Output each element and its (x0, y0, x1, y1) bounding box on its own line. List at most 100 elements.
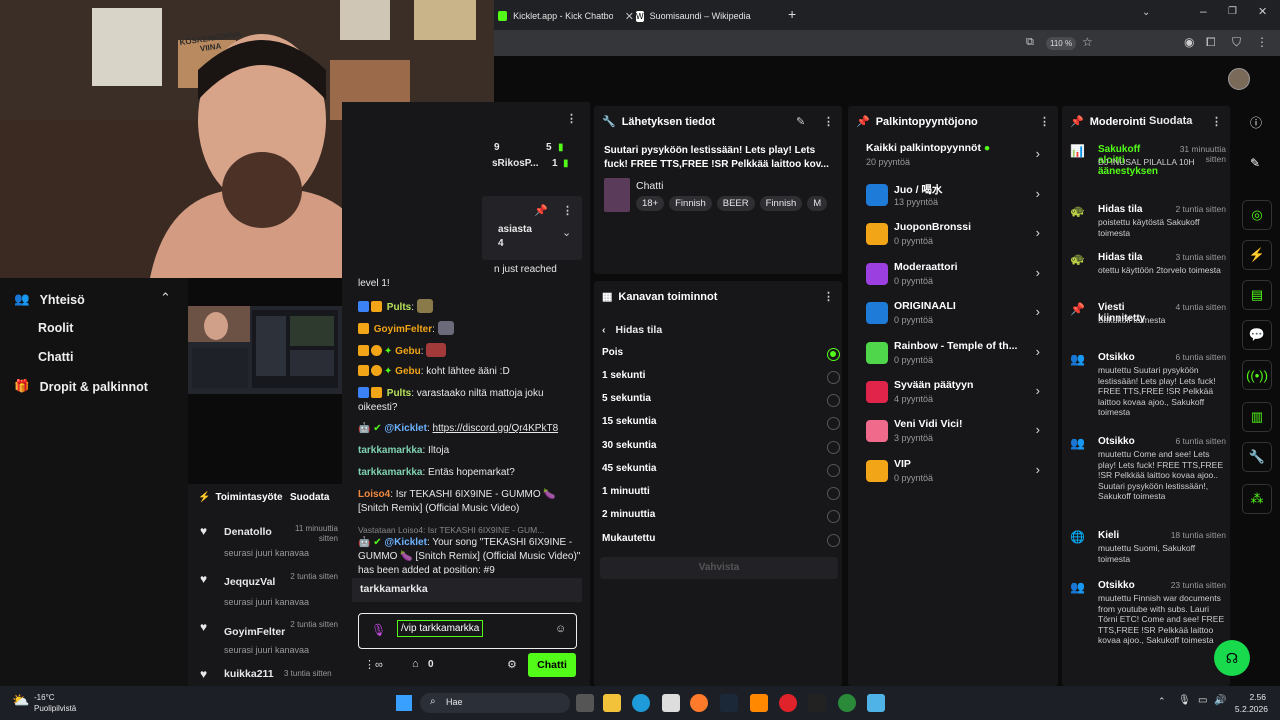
windows-start-icon[interactable] (396, 695, 412, 711)
network-icon[interactable]: ▭ (1198, 695, 1207, 706)
steam-icon[interactable] (720, 694, 738, 712)
task-view-icon[interactable] (576, 694, 594, 712)
emoji-icon[interactable]: ☺ (555, 623, 566, 635)
taskbar-search[interactable]: ⌕ Hae (420, 693, 570, 713)
chat-input-value[interactable]: /vip tarkkamarkka (397, 620, 484, 637)
chat-username[interactable]: Loiso4 (358, 489, 390, 500)
zoom-indicator[interactable]: 110 % (1046, 37, 1077, 50)
camera-icon[interactable]: ◎ (1242, 200, 1272, 230)
chat-username[interactable]: Gebu (395, 366, 421, 377)
window-close-icon[interactable]: ✕ (1258, 5, 1267, 18)
activity-user[interactable]: JeqquzVal (224, 576, 275, 588)
activity-user[interactable]: GoyimFelter (224, 626, 285, 638)
reward-row[interactable]: JuoponBronssi 0 pyyntöä › (866, 219, 1040, 251)
reward-row[interactable]: ORIGINAALI 0 pyyntöä › (866, 298, 1040, 330)
send-chat-button[interactable]: Chatti (528, 653, 576, 677)
slow-mode-option[interactable]: 15 sekuntia (602, 416, 840, 432)
store-icon[interactable] (662, 694, 680, 712)
maximize-icon[interactable]: ❐ (1228, 6, 1237, 17)
mic-icon[interactable]: 🎙 (371, 623, 386, 637)
slow-mode-option[interactable]: 30 sekuntia (602, 440, 840, 456)
panel-menu-icon[interactable]: ⋮ (823, 115, 834, 128)
screenshot-icon[interactable]: ⧉ (1026, 36, 1034, 49)
reward-row[interactable]: Moderaattori 0 pyyntöä › (866, 259, 1040, 291)
tab-search-icon[interactable]: ⌄ (1142, 7, 1150, 18)
radio-selected[interactable] (827, 348, 840, 361)
bolt-icon[interactable]: ⚡ (1242, 240, 1272, 270)
tag[interactable]: 18+ (636, 196, 665, 211)
edit-icon[interactable]: ✎ (1250, 156, 1260, 170)
mic-icon[interactable]: 🎙 (1178, 695, 1191, 706)
notepad-icon[interactable] (867, 694, 885, 712)
activity-user[interactable]: kuikka211 (224, 668, 274, 680)
chat-username[interactable]: @Kicklet (384, 537, 427, 548)
chat-menu-icon[interactable]: ⋮ (566, 112, 577, 125)
category-name[interactable]: Chatti (636, 180, 663, 192)
slow-mode-option[interactable]: Pois (602, 347, 840, 363)
sidebar-item-drops[interactable]: 🎁 Dropit & palkinnot (14, 379, 148, 394)
radio[interactable] (827, 510, 840, 523)
firefox-icon[interactable] (690, 694, 708, 712)
panel-menu-icon[interactable]: ⋮ (1211, 115, 1222, 128)
radio[interactable] (827, 371, 840, 384)
opera-icon[interactable] (779, 694, 797, 712)
activity-filter-button[interactable]: Suodata (290, 492, 329, 503)
radio[interactable] (827, 441, 840, 454)
chrome-icon[interactable] (838, 694, 856, 712)
radio[interactable] (827, 464, 840, 477)
notes-icon[interactable]: ▤ (1242, 280, 1272, 310)
pinned-message[interactable]: 📌 ⋮ asiasta 4 ⌄ (482, 196, 582, 260)
tag[interactable]: BEER (716, 196, 755, 211)
chat-username[interactable]: Pults (387, 302, 411, 313)
terminal-icon[interactable] (808, 694, 826, 712)
reward-row[interactable]: VIP 0 pyyntöä › (866, 456, 1040, 488)
settings-gear-icon[interactable]: ⚙ (507, 658, 517, 671)
chat-username[interactable]: GoyimFelter (374, 324, 432, 335)
chevron-down-icon[interactable]: ⌄ (562, 226, 571, 239)
layout-icon[interactable]: ▥ (1242, 402, 1272, 432)
minimize-icon[interactable]: – (1200, 4, 1207, 18)
chat-username[interactable]: @Kicklet (384, 423, 427, 434)
slow-mode-option[interactable]: 2 minuuttia (602, 509, 840, 525)
slow-mode-option[interactable]: Mukautettu (602, 533, 840, 549)
chevron-up-icon[interactable]: ⌃ (160, 290, 171, 306)
tag[interactable]: Finnish (759, 196, 803, 211)
clock-time[interactable]: 2.56 (1236, 692, 1266, 702)
tab-wikipedia[interactable]: W Suomisaundi – Wikipedia ✕ (636, 6, 776, 26)
chat-username[interactable]: Pults (387, 388, 411, 399)
extensions-icon[interactable]: ⧠ (1206, 35, 1216, 50)
close-icon[interactable]: ✕ (625, 10, 634, 23)
new-tab-button[interactable]: + (788, 6, 796, 22)
radio[interactable] (827, 487, 840, 500)
confirm-button[interactable]: Vahvista (600, 557, 838, 579)
tag[interactable]: Finnish (669, 196, 712, 211)
chat-input[interactable]: 🎙 /vip tarkkamarkka ☺ (358, 613, 577, 649)
panel-menu-icon[interactable]: ⋮ (823, 290, 834, 303)
pinned-menu-icon[interactable]: ⋮ (562, 204, 573, 217)
menu-dots-icon[interactable]: ⋮ (1256, 35, 1268, 49)
info-icon[interactable]: ⓘ (1250, 114, 1262, 131)
wrench-icon[interactable]: 🔧 (1242, 442, 1272, 472)
sidebar-item-community[interactable]: 👥 Yhteisö (14, 292, 85, 307)
slow-mode-option[interactable]: 1 minuutti (602, 486, 840, 502)
clock-date[interactable]: 5.2.2026 (1228, 704, 1268, 714)
community-icon[interactable]: ⁂ (1242, 484, 1272, 514)
sidebar-item-roles[interactable]: Roolit (38, 321, 73, 335)
reward-row[interactable]: Rainbow - Temple of th... 0 pyyntöä › (866, 338, 1040, 370)
slow-mode-option[interactable]: 5 sekuntia (602, 393, 840, 409)
all-rewards-row[interactable]: Kaikki palkintopyynnöt ● 20 pyyntöä › (866, 140, 1040, 172)
shield-icon[interactable]: ⛉ (1232, 35, 1241, 50)
chat-bubble-icon[interactable]: 💬 (1242, 320, 1272, 350)
chat-link[interactable]: https://discord.gg/Qr4KPkT8 (433, 423, 559, 434)
tab-kicklet[interactable]: Kicklet.app - Kick Chatbot and C ✕ (498, 6, 634, 26)
back-button[interactable]: ‹ Hidas tila (602, 324, 662, 336)
slow-mode-option[interactable]: 1 sekunti (602, 370, 840, 386)
sidebar-item-chat[interactable]: Chatti (38, 350, 73, 364)
radio[interactable] (827, 417, 840, 430)
avatar[interactable] (1228, 68, 1250, 90)
slow-mode-option[interactable]: 45 sekuntia (602, 463, 840, 479)
reward-row[interactable]: Juo / 喝水 13 pyyntöä › (866, 180, 1040, 212)
profile-icon[interactable]: ◉ (1184, 35, 1194, 49)
edit-pencil-icon[interactable]: ✎ (796, 115, 805, 128)
edge-icon[interactable] (632, 694, 650, 712)
